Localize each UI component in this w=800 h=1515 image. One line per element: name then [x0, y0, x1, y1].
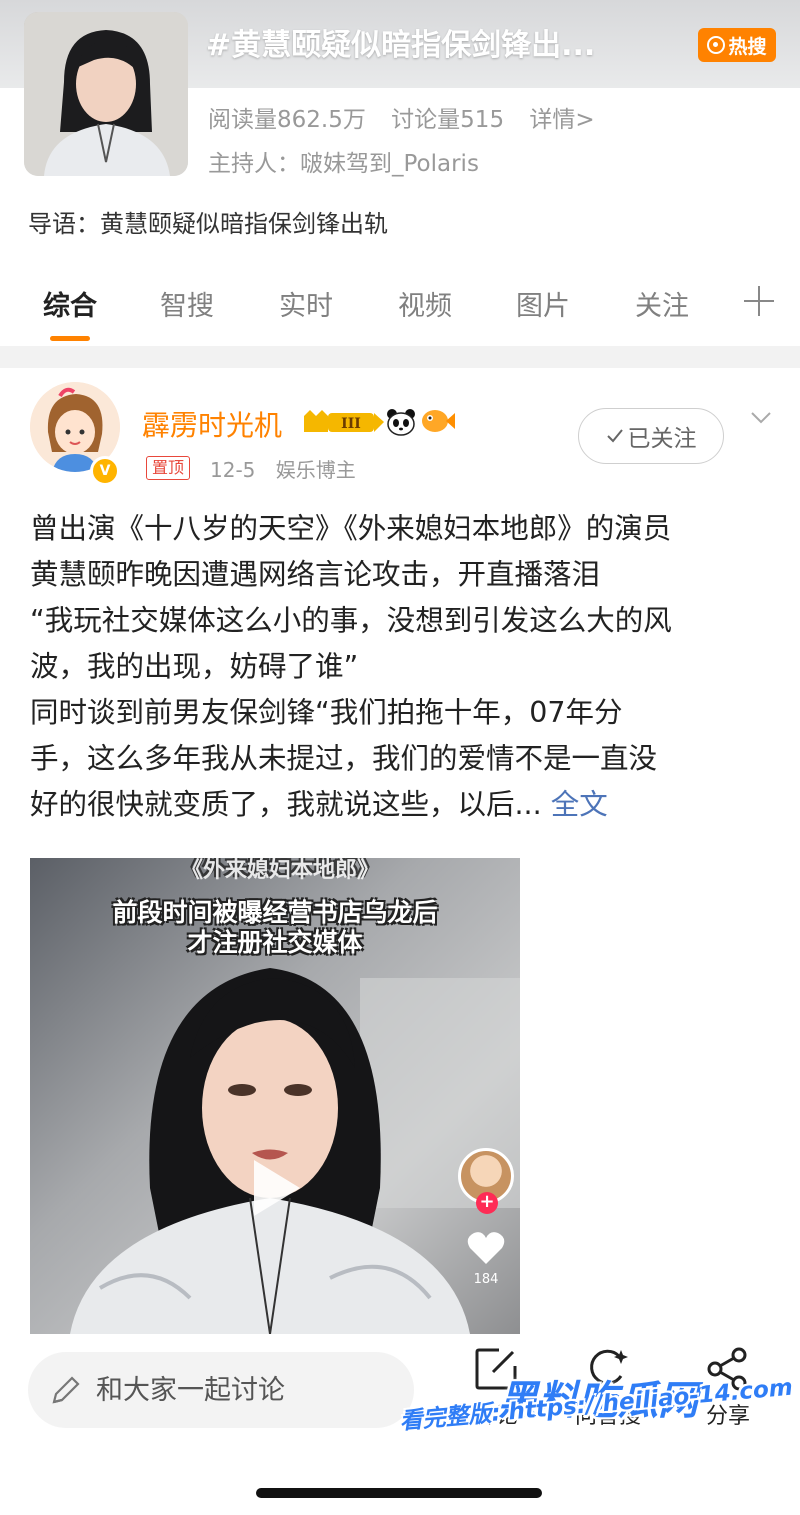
- post-text-line: 手，这么多年我从未提过，我们的爱情不是一直没: [30, 742, 658, 775]
- video-caption: 前段时间被曝经营书店乌龙后 才注册社交媒体: [70, 898, 480, 958]
- topic-discussion-count: 讨论量515: [391, 107, 505, 133]
- topic-host[interactable]: 主持人：啵妹驾到_Polaris: [208, 144, 479, 178]
- like-count: 184: [473, 1272, 499, 1287]
- active-tab-indicator: [50, 336, 90, 341]
- tab-comprehensive[interactable]: 综合: [30, 284, 110, 323]
- video-player[interactable]: 《外来媳妇本地郎》 前段时间被曝经营书店乌龙后 才注册社交媒体 + 184: [30, 858, 520, 1334]
- hot-icon: [707, 36, 726, 54]
- post-text: 曾出演《十八岁的天空》《外来媳妇本地郎》的演员 黄慧颐昨晚因遭遇网络言论攻击，开…: [30, 506, 775, 828]
- tab-following[interactable]: 关注: [622, 284, 702, 323]
- tab-video[interactable]: 视频: [385, 284, 465, 323]
- post-text-line: 黄慧颐昨晚因遭遇网络言论攻击，开直播落泪: [30, 558, 601, 591]
- pencil-icon: [52, 1376, 80, 1404]
- verified-badge-icon: V: [90, 456, 120, 486]
- home-indicator[interactable]: [256, 1488, 542, 1498]
- tab-images[interactable]: 图片: [503, 284, 583, 323]
- video-caption-line: 才注册社交媒体: [187, 928, 363, 957]
- panda-icon: [387, 409, 415, 436]
- pinned-tag: 置顶: [146, 456, 191, 480]
- topic-thumbnail-portrait: [24, 12, 188, 176]
- post-text-line: 波，我的出现，妨碍了谁”: [30, 650, 359, 683]
- hot-search-badge[interactable]: 热搜: [698, 28, 776, 62]
- topic-thumbnail[interactable]: [24, 12, 188, 176]
- following-button-label: 已关注: [627, 426, 697, 452]
- tab-realtime[interactable]: 实时: [266, 284, 346, 323]
- post-text-line: 好的很快就变质了，我就说这些，以后...: [30, 788, 542, 821]
- play-icon[interactable]: [248, 1156, 304, 1220]
- topic-stats: 阅读量862.5万 讨论量515 详情>: [208, 100, 613, 134]
- chevron-down-icon[interactable]: [750, 406, 772, 428]
- topic-title[interactable]: #黄慧颐疑似暗指保剑锋出...: [206, 20, 686, 64]
- post-text-last-line: 好的很快就变质了，我就说这些，以后... 全文: [30, 782, 775, 828]
- search-tabs: 综合 智搜 实时 视频 图片 关注: [0, 280, 800, 341]
- author-name[interactable]: 霹雳时光机: [142, 404, 282, 444]
- follow-plus-icon[interactable]: +: [476, 1192, 498, 1214]
- comment-box[interactable]: [28, 1352, 414, 1428]
- post-text-line: “我玩社交媒体这么小的事，没想到引发这么大的风: [30, 604, 672, 637]
- topic-details-link[interactable]: 详情>: [529, 107, 594, 133]
- post-date: 12-5: [210, 458, 256, 482]
- tab-smart-search[interactable]: 智搜: [147, 284, 227, 323]
- post-text-line: 同时谈到前男友保剑锋“我们拍拖十年，07年分: [30, 696, 623, 729]
- hot-badge-label: 热搜: [728, 35, 767, 58]
- author-tag: 娱乐博主: [275, 458, 356, 482]
- post-meta: 12-5 娱乐博主: [210, 454, 370, 483]
- add-tab-plus-icon[interactable]: [742, 284, 776, 318]
- topic-lead: 导语：黄慧颐疑似暗指保剑锋出轨: [28, 210, 388, 238]
- comment-input[interactable]: [96, 1374, 376, 1406]
- following-button[interactable]: 已关注: [578, 408, 724, 464]
- section-divider: [0, 346, 800, 368]
- post-text-line: 曾出演《十八岁的天空》《外来媳妇本地郎》的演员: [30, 512, 672, 545]
- check-icon: [606, 429, 623, 443]
- topic-read-count: 阅读量862.5万: [208, 107, 366, 133]
- heart-icon[interactable]: [466, 1230, 506, 1266]
- video-caption-top: 《外来媳妇本地郎》: [180, 858, 379, 883]
- fish-emoji-icon: [422, 410, 455, 432]
- vip-level-text: III: [341, 416, 361, 432]
- full-text-link[interactable]: 全文: [551, 788, 608, 821]
- video-caption-line: 前段时间被曝经营书店乌龙后: [112, 898, 438, 927]
- vip-level-badge-icon[interactable]: III: [302, 406, 386, 436]
